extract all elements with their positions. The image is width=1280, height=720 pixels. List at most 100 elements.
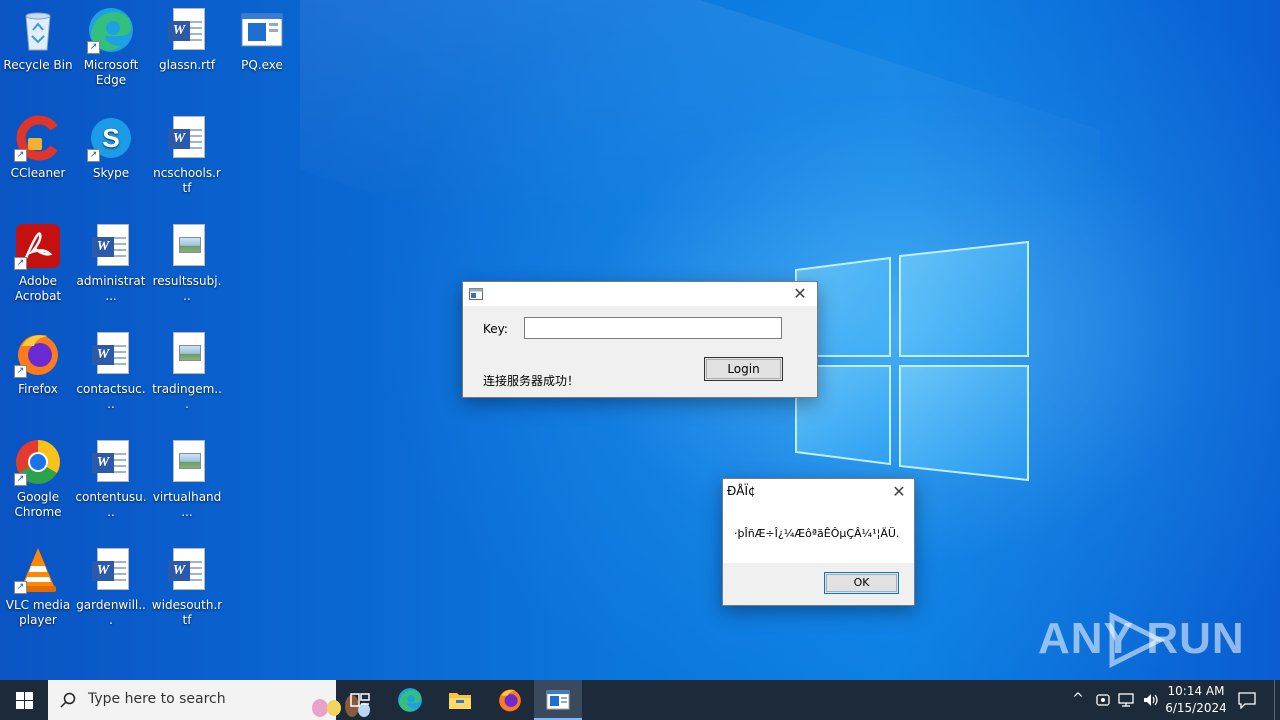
show-hidden-icons-chevron-icon[interactable]: ^ — [1070, 691, 1086, 707]
icon-label: PQ.exe — [241, 58, 283, 72]
clock-date: 6/15/2024 — [1165, 701, 1227, 715]
icon-label: resultssubj... — [152, 274, 222, 303]
desktop-icon-firefox[interactable]: ↗ Firefox — [0, 330, 76, 397]
word-document-icon: W — [87, 222, 135, 270]
watermark-text: ANY RUN — [1038, 614, 1245, 663]
application-window-icon — [238, 6, 286, 54]
icon-label: contentusu... — [75, 490, 147, 519]
icon-label: Google Chrome — [14, 490, 62, 519]
desktop-icon-vlc[interactable]: ↗ VLC media player — [0, 546, 76, 628]
login-dialog-titlebar[interactable]: ✕ — [463, 282, 817, 306]
shortcut-arrow-icon: ↗ — [14, 581, 27, 594]
word-document-icon: W — [163, 114, 211, 162]
desktop-icon-contactsuc[interactable]: W contactsuc... — [73, 330, 149, 412]
search-placeholder: Type here to search — [88, 691, 226, 707]
login-button[interactable]: Login — [704, 357, 783, 381]
windows-start-icon — [16, 692, 33, 709]
image-file-icon — [163, 438, 211, 486]
task-view-button[interactable] — [336, 680, 384, 720]
desktop-icon-tradingem[interactable]: tradingem... — [149, 330, 225, 412]
taskbar-firefox[interactable] — [486, 680, 534, 720]
shortcut-arrow-icon: ↗ — [87, 41, 100, 54]
icon-label: VLC media player — [5, 598, 71, 627]
icon-label: Skype — [92, 166, 130, 180]
message-text: ·þÎñÆ÷Î¿¼ÆôªãÊÔµÇÂ¼¹¦ÄÜ. — [734, 527, 900, 540]
desktop-icon-adobe-acrobat[interactable]: ↗ Adobe Acrobat — [0, 222, 76, 304]
desktop-icon-virtualhand[interactable]: virtualhand... — [149, 438, 225, 520]
icon-label: contactsuc... — [76, 382, 146, 411]
svg-text:S: S — [102, 123, 119, 153]
icon-label: administrat... — [76, 274, 146, 303]
icon-label: Adobe Acrobat — [14, 274, 62, 303]
search-icon — [60, 692, 76, 708]
shortcut-arrow-icon: ↗ — [14, 257, 27, 270]
taskbar-pq-app[interactable] — [534, 680, 582, 720]
desktop-icon-google-chrome[interactable]: ↗ Google Chrome — [0, 438, 76, 520]
desktop-icon-ccleaner[interactable]: ↗ CCleaner — [0, 114, 76, 181]
word-document-icon: W — [163, 546, 211, 594]
icon-label: Recycle Bin — [3, 58, 73, 72]
close-icon[interactable]: ✕ — [890, 483, 908, 501]
vlc-icon: ↗ — [14, 546, 62, 594]
edge-icon — [398, 688, 422, 712]
desktop-icon-skype[interactable]: S ↗ Skype — [73, 114, 149, 181]
shortcut-arrow-icon: ↗ — [14, 473, 27, 486]
icon-label: tradingem... — [152, 382, 222, 411]
desktop-icon-recycle-bin[interactable]: Recycle Bin — [0, 6, 76, 73]
message-dialog-title: ÐÅÏ¢ — [727, 484, 756, 498]
icon-label: Microsoft Edge — [83, 58, 139, 87]
ok-button[interactable]: OK — [824, 572, 899, 594]
firefox-icon — [499, 689, 521, 712]
icon-label: virtualhand... — [152, 490, 222, 519]
icon-label: glassn.rtf — [158, 58, 216, 72]
skype-icon: S ↗ — [87, 114, 135, 162]
desktop-icon-gardenwill[interactable]: W gardenwill... — [73, 546, 149, 628]
login-dialog: ✕ Key: Login 连接服务器成功！ — [462, 281, 818, 398]
shortcut-arrow-icon: ↗ — [14, 149, 27, 162]
icon-label: ncschools.rtf — [153, 166, 221, 195]
icon-label: Firefox — [18, 382, 58, 396]
task-view-icon — [350, 693, 370, 707]
start-button[interactable] — [0, 680, 48, 720]
message-dialog: ÐÅÏ¢ ✕ ·þÎñÆ÷Î¿¼ÆôªãÊÔµÇÂ¼¹¦ÄÜ. OK — [722, 478, 915, 606]
volume-icon[interactable] — [1142, 692, 1160, 708]
key-label: Key: — [483, 322, 508, 336]
close-icon[interactable]: ✕ — [791, 285, 809, 303]
network-icon[interactable] — [1118, 692, 1136, 708]
clock-time: 10:14 AM — [1167, 684, 1225, 698]
taskbar-file-explorer[interactable] — [436, 680, 484, 720]
shortcut-arrow-icon: ↗ — [14, 365, 27, 378]
app-window-icon — [469, 288, 483, 300]
file-explorer-icon — [449, 693, 471, 709]
taskbar: Type here to search ^ 10:14 AM 6/15/2024 — [0, 680, 1280, 720]
desktop-icon-microsoft-edge[interactable]: ↗ Microsoft Edge — [73, 6, 149, 88]
key-input[interactable] — [524, 317, 782, 339]
shortcut-arrow-icon: ↗ — [87, 149, 100, 162]
word-document-icon: W — [87, 330, 135, 378]
chrome-icon: ↗ — [14, 438, 62, 486]
firefox-icon: ↗ — [14, 330, 62, 378]
desktop-icon-resultssubj[interactable]: resultssubj... — [149, 222, 225, 304]
icon-label: widesouth.rtf — [151, 598, 223, 627]
word-document-icon: W — [87, 438, 135, 486]
acrobat-icon: ↗ — [14, 222, 62, 270]
pq-app-icon — [546, 690, 570, 710]
desktop-icon-administrat[interactable]: W administrat... — [73, 222, 149, 304]
taskbar-edge[interactable] — [386, 680, 434, 720]
icon-label: CCleaner — [10, 166, 66, 180]
show-desktop-button[interactable] — [1274, 680, 1280, 720]
desktop-icon-widesouth-rtf[interactable]: W widesouth.rtf — [149, 546, 225, 628]
desktop: Recycle Bin ↗ CCleaner ↗ Adobe Acrobat ↗… — [0, 0, 1280, 680]
ccleaner-icon: ↗ — [14, 114, 62, 162]
message-dialog-titlebar[interactable]: ÐÅÏ¢ ✕ — [723, 479, 914, 505]
desktop-icon-glassn-rtf[interactable]: W glassn.rtf — [149, 6, 225, 73]
search-box[interactable]: Type here to search — [48, 680, 370, 720]
notifications-icon[interactable] — [1238, 691, 1256, 709]
desktop-icon-pq-exe[interactable]: PQ.exe — [224, 6, 300, 73]
desktop-icon-contentusu[interactable]: W contentusu... — [73, 438, 149, 520]
clock[interactable]: 10:14 AM 6/15/2024 — [1160, 682, 1232, 718]
meet-now-icon[interactable] — [1095, 692, 1111, 708]
image-file-icon — [163, 222, 211, 270]
desktop-icon-ncschools-rtf[interactable]: W ncschools.rtf — [149, 114, 225, 196]
status-text: 连接服务器成功！ — [483, 374, 580, 388]
